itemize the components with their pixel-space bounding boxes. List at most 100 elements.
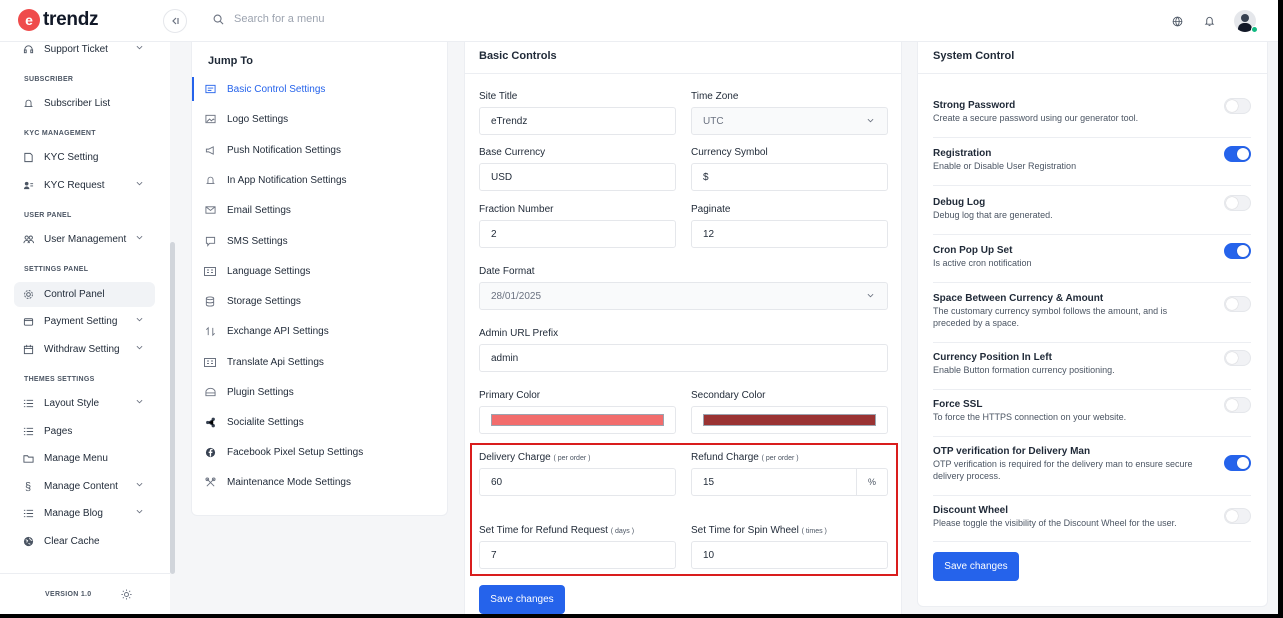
fraction-number-input[interactable]: 2 (479, 220, 676, 248)
date-format-select[interactable]: 28/01/2025 (479, 282, 888, 310)
system-control-card: System Control Strong Password Create a … (917, 42, 1268, 607)
sidebar-item-label: Withdraw Setting (44, 344, 120, 355)
sidebar-item-pages[interactable]: Pages (14, 419, 155, 444)
sidebar-section-title: KYC MANAGEMENT (24, 130, 96, 137)
list-icon (22, 508, 34, 520)
language-globe-icon[interactable] (1170, 14, 1184, 28)
setting-description: Please toggle the visibility of the Disc… (933, 518, 1177, 528)
site-title-input[interactable]: eTrendz (479, 107, 676, 135)
space-currency-toggle[interactable] (1224, 296, 1251, 312)
debug-log-toggle[interactable] (1224, 195, 1251, 211)
currency-left-toggle[interactable] (1224, 350, 1251, 366)
logo[interactable]: e trendz (18, 9, 99, 31)
sidebar-item-control-panel[interactable]: Control Panel (14, 282, 155, 307)
setting-description: Enable Button formation currency positio… (933, 365, 1115, 375)
primary-color-input[interactable] (479, 406, 676, 434)
sliders-icon (204, 83, 216, 95)
search-input[interactable]: Search for a menu (234, 13, 325, 25)
save-changes-button[interactable]: Save changes (933, 552, 1019, 581)
search-bar[interactable]: Search for a menu (213, 13, 325, 25)
cron-popup-toggle[interactable] (1224, 243, 1251, 259)
force-ssl-toggle[interactable] (1224, 397, 1251, 413)
sidebar-item-support-ticket[interactable]: Support Ticket (14, 37, 155, 62)
jump-item-sms[interactable]: SMS Settings (204, 229, 434, 253)
jump-item-push-notification[interactable]: Push Notification Settings (204, 138, 434, 162)
jump-item-label: Facebook Pixel Setup Settings (227, 446, 364, 458)
sidebar-item-subscriber-list[interactable]: Subscriber List (14, 91, 155, 116)
sidebar-item-clear-cache[interactable]: Clear Cache (14, 529, 155, 554)
jump-item-facebook-pixel[interactable]: Facebook Pixel Setup Settings (204, 440, 434, 464)
jump-item-maintenance[interactable]: Maintenance Mode Settings (204, 470, 434, 494)
gear-icon (22, 289, 34, 301)
sidebar-item-withdraw-setting[interactable]: Withdraw Setting (14, 337, 155, 362)
jump-item-label: SMS Settings (227, 235, 288, 247)
sidebar-section-title: SETTINGS PANEL (24, 266, 89, 273)
bell-icon (22, 98, 34, 110)
jump-item-socialite[interactable]: Socialite Settings (204, 410, 434, 434)
sidebar-item-label: KYC Setting (44, 152, 99, 163)
tools-icon (204, 476, 216, 488)
folder-icon (22, 453, 34, 465)
sidebar-scrollbar[interactable] (170, 242, 175, 574)
setting-description: To force the HTTPS connection on your we… (933, 412, 1127, 422)
setting-title: Registration (933, 148, 992, 159)
admin-prefix-input[interactable]: admin (479, 344, 888, 372)
primary-color-label: Primary Color (479, 390, 541, 401)
jump-item-translate-api[interactable]: Translate Api Settings (204, 350, 434, 374)
jump-item-label: Email Settings (227, 204, 291, 216)
strong-password-toggle[interactable] (1224, 98, 1251, 114)
jump-item-plugin[interactable]: Plugin Settings (204, 380, 434, 404)
sidebar-item-payment-setting[interactable]: Payment Setting (14, 309, 155, 334)
sidebar-item-label: Control Panel (44, 289, 105, 300)
sidebar-item-manage-content[interactable]: § Manage Content (14, 474, 155, 499)
sidebar-item-label: Subscriber List (44, 98, 111, 109)
save-changes-button[interactable]: Save changes (479, 585, 565, 614)
bell-icon (204, 174, 216, 186)
setting-row-strong-password: Strong Password Create a secure password… (933, 98, 1251, 138)
section-icon: § (24, 480, 32, 493)
plugin-icon (204, 386, 216, 398)
sidebar-section-title: THEMES SETTINGS (24, 376, 95, 383)
theme-toggle-sun-icon[interactable] (121, 589, 132, 600)
sidebar: Support Ticket SUBSCRIBER Subscriber Lis… (0, 42, 170, 614)
setting-description: Is active cron notification (933, 258, 1032, 268)
fraction-number-label: Fraction Number (479, 204, 554, 215)
sidebar-item-layout-style[interactable]: Layout Style (14, 391, 155, 416)
jump-to-card: Jump To Basic Control Settings Logo Sett… (191, 42, 448, 516)
user-avatar[interactable] (1234, 10, 1258, 33)
date-format-value: 28/01/2025 (491, 290, 542, 302)
setting-title: Debug Log (933, 197, 986, 208)
currency-symbol-input[interactable]: $ (691, 163, 888, 191)
setting-description: OTP verification is required for the del… (933, 459, 1193, 481)
secondary-color-input[interactable] (691, 406, 888, 434)
sidebar-item-label: Manage Menu (44, 453, 108, 464)
sidebar-item-kyc-setting[interactable]: KYC Setting (14, 145, 155, 170)
registration-toggle[interactable] (1224, 146, 1251, 162)
highlight-box (470, 443, 898, 576)
jump-item-in-app-notification[interactable]: In App Notification Settings (204, 168, 434, 192)
sidebar-item-label: Support Ticket (44, 44, 108, 55)
collapse-sidebar-button[interactable] (163, 9, 187, 33)
sidebar-item-manage-blog[interactable]: Manage Blog (14, 501, 155, 526)
jump-item-storage[interactable]: Storage Settings (204, 289, 434, 313)
chevron-down-icon (136, 317, 143, 322)
paginate-input[interactable]: 12 (691, 220, 888, 248)
setting-row-force-ssl: Force SSL To force the HTTPS connection … (933, 397, 1251, 437)
sidebar-item-user-management[interactable]: User Management (14, 227, 155, 252)
jump-item-language[interactable]: Language Settings (204, 259, 434, 283)
sidebar-item-kyc-request[interactable]: KYC Request (14, 173, 155, 198)
header-actions (1170, 0, 1278, 42)
setting-description: Create a secure password using our gener… (933, 113, 1139, 123)
sidebar-item-manage-menu[interactable]: Manage Menu (14, 446, 155, 471)
jump-item-exchange-api[interactable]: Exchange API Settings (204, 319, 434, 343)
jump-item-label: Plugin Settings (227, 386, 294, 398)
base-currency-input[interactable]: USD (479, 163, 676, 191)
notification-bell-icon[interactable] (1202, 14, 1216, 28)
jump-item-basic-control[interactable]: Basic Control Settings (204, 77, 434, 101)
discount-wheel-toggle[interactable] (1224, 508, 1251, 524)
sidebar-item-label: Payment Setting (44, 316, 118, 327)
jump-item-email[interactable]: Email Settings (204, 198, 434, 222)
otp-delivery-toggle[interactable] (1224, 455, 1251, 471)
jump-item-logo[interactable]: Logo Settings (204, 107, 434, 131)
time-zone-select[interactable]: UTC (691, 107, 888, 135)
